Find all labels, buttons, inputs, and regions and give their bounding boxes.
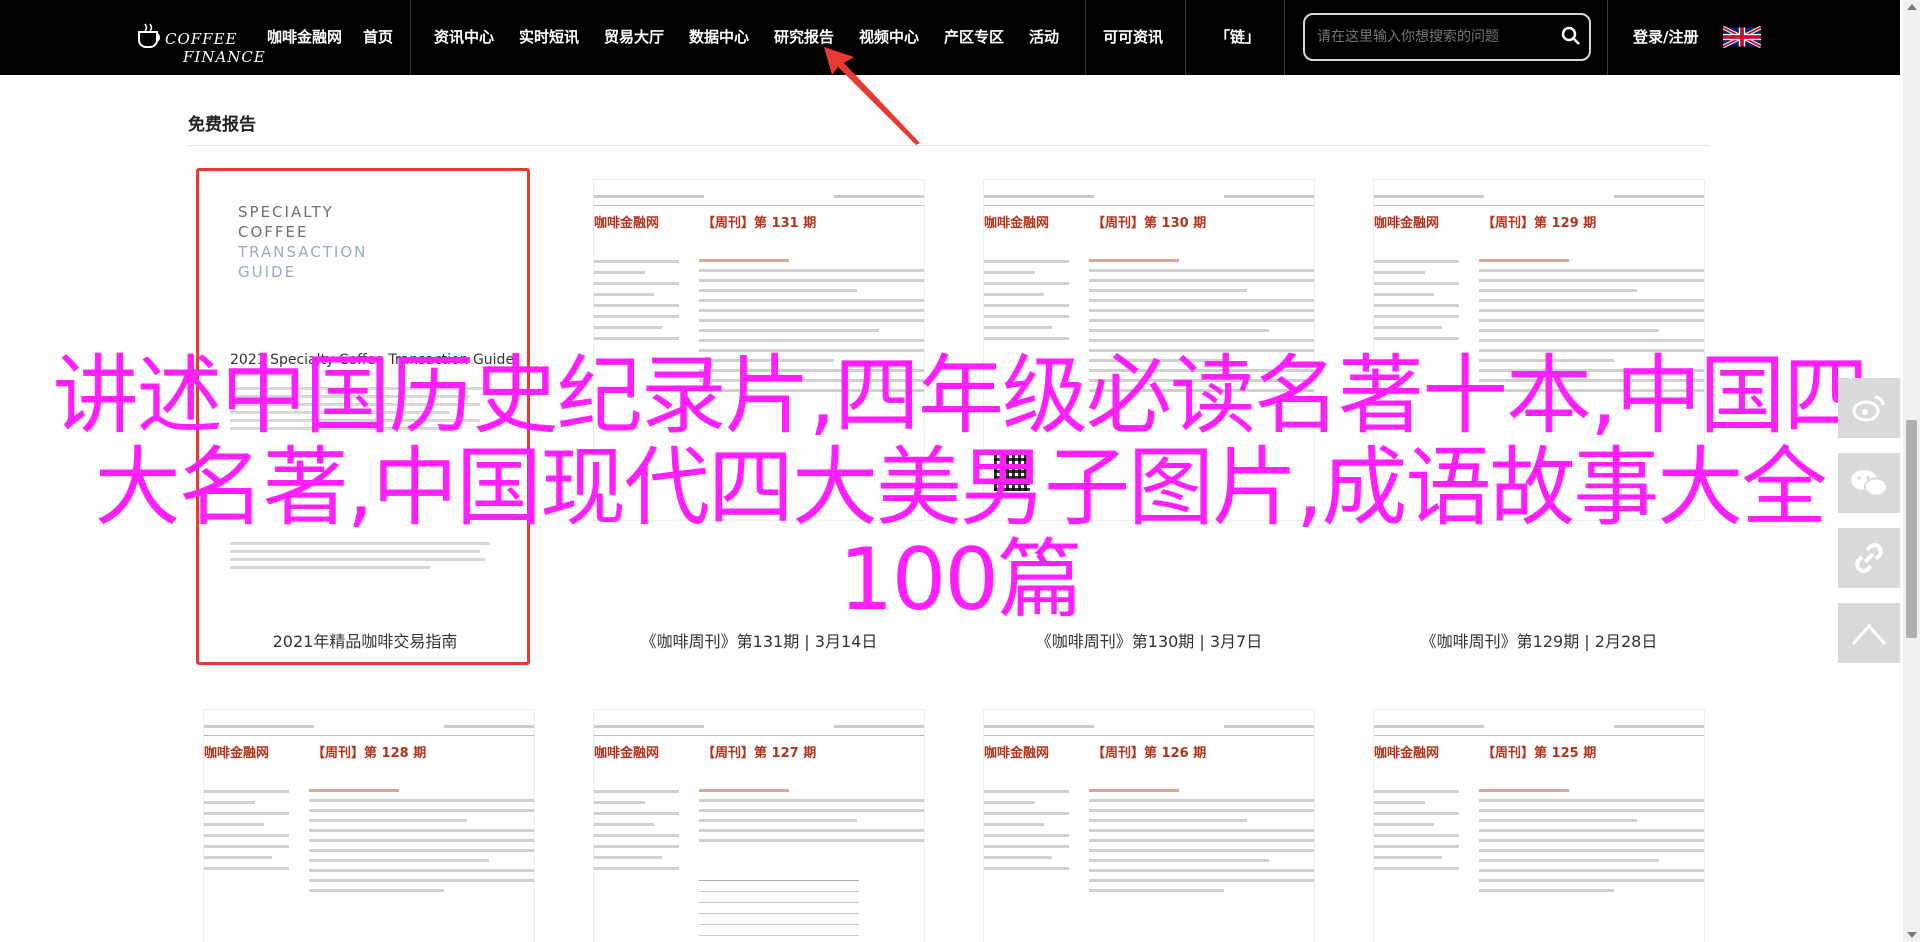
doc-issue-title: 【周刊】第 128 期: [312, 746, 427, 761]
doc-body: [1479, 782, 1704, 899]
nav-divider: [1284, 0, 1285, 75]
doc-brand: 咖啡金融网: [594, 216, 660, 231]
logo-text-finance: FINANCE: [183, 48, 266, 66]
doc-meta: [594, 782, 679, 878]
nav-flash-news[interactable]: 实时短讯: [519, 0, 579, 75]
section-title: 免费报告: [188, 115, 256, 135]
wechat-icon: [1851, 470, 1888, 497]
coffee-cup-icon: [138, 23, 161, 48]
doc-body: [699, 782, 924, 849]
login-register-link[interactable]: 登录/注册: [1633, 0, 1698, 75]
nav-cocoa-news[interactable]: 可可资讯: [1103, 0, 1163, 75]
doc-table: [699, 880, 859, 936]
search-icon[interactable]: [1555, 20, 1589, 54]
weibo-share-button[interactable]: [1838, 378, 1900, 438]
doc-meta: [984, 782, 1069, 878]
nav-origin-zone[interactable]: 产区专区: [944, 0, 1004, 75]
scroll-down-arrow-icon[interactable]: [1907, 932, 1917, 938]
doc-meta: [594, 252, 679, 348]
doc-body: [309, 782, 534, 899]
nav-divider: [410, 0, 411, 75]
wechat-share-button[interactable]: [1838, 453, 1900, 513]
page-scrollbar[interactable]: [1903, 0, 1920, 942]
red-arrow-annotation: [824, 47, 920, 145]
doc-meta: [204, 782, 289, 878]
report-card-128[interactable]: 咖啡金融网 【周刊】第 128 期: [204, 710, 534, 942]
uk-flag-icon[interactable]: [1723, 26, 1761, 48]
doc-header-line: [594, 725, 924, 736]
nav-trade-hall[interactable]: 贸易大厅: [604, 0, 664, 75]
nav-data-center[interactable]: 数据中心: [689, 0, 749, 75]
doc-brand: 咖啡金融网: [594, 746, 660, 761]
link-share-button[interactable]: [1838, 528, 1900, 588]
doc-brand: 咖啡金融网: [984, 216, 1050, 231]
doc-brand: 咖啡金融网: [1374, 216, 1440, 231]
doc-header-line: [594, 195, 924, 206]
nav-divider: [1085, 0, 1086, 75]
back-to-top-button[interactable]: [1838, 603, 1900, 663]
doc-meta: [984, 252, 1069, 348]
back-to-top-icon: [1851, 623, 1887, 645]
doc-header-line: [1374, 725, 1704, 736]
doc-header-line: [984, 725, 1314, 736]
report-caption[interactable]: 《咖啡周刊》第130期 | 3月7日: [984, 628, 1314, 652]
doc-body: [1089, 782, 1314, 899]
doc-issue-title: 【周刊】第 127 期: [702, 746, 817, 761]
doc-issue-title: 【周刊】第 131 期: [702, 216, 817, 231]
overlay-headline: 讲述中国历史纪录片,四年级必读名著十本,中国四大名著,中国现代四大美男子图片,成…: [52, 346, 1870, 630]
nav-news-center[interactable]: 资讯中心: [434, 0, 494, 75]
report-card-126[interactable]: 咖啡金融网 【周刊】第 126 期: [984, 710, 1314, 942]
scroll-up-arrow-icon[interactable]: [1907, 4, 1917, 10]
section-divider: [188, 145, 1710, 146]
nav-divider: [1607, 0, 1608, 75]
link-icon: [1855, 543, 1883, 573]
search-input[interactable]: [1305, 28, 1555, 46]
report-card-125[interactable]: 咖啡金融网 【周刊】第 125 期: [1374, 710, 1704, 942]
report-caption[interactable]: 2021年精品咖啡交易指南: [200, 628, 530, 652]
doc-issue-title: 【周刊】第 130 期: [1092, 216, 1207, 231]
scrollbar-thumb[interactable]: [1906, 420, 1917, 638]
doc-brand: 咖啡金融网: [984, 746, 1050, 761]
weibo-icon: [1852, 395, 1885, 422]
report-card-127[interactable]: 咖啡金融网 【周刊】第 127 期: [594, 710, 924, 942]
doc-issue-title: 【周刊】第 125 期: [1482, 746, 1597, 761]
report-caption[interactable]: 《咖啡周刊》第129期 | 2月28日: [1374, 628, 1704, 652]
nav-coffee-finance[interactable]: 咖啡金融网: [267, 0, 342, 75]
doc-brand: 咖啡金融网: [1374, 746, 1440, 761]
doc-brand: 咖啡金融网: [204, 746, 270, 761]
doc-header-line: [984, 195, 1314, 206]
report-caption[interactable]: 《咖啡周刊》第131期 | 3月14日: [594, 628, 924, 652]
doc-issue-title: 【周刊】第 129 期: [1482, 216, 1597, 231]
coffee-finance-logo[interactable]: COFFEE FINANCE: [135, 8, 265, 66]
nav-divider: [1185, 0, 1186, 75]
search-box: [1303, 13, 1591, 61]
nav-events[interactable]: 活动: [1029, 0, 1059, 75]
doc-meta: [1374, 782, 1459, 878]
doc-header-line: [1374, 195, 1704, 206]
nav-chain[interactable]: 「链」: [1215, 0, 1260, 75]
top-nav-bar: COFFEE FINANCE 咖啡金融网 首页 资讯中心 实时短讯 贸易大厅 数…: [0, 0, 1900, 75]
nav-home[interactable]: 首页: [363, 0, 393, 75]
doc-issue-title: 【周刊】第 126 期: [1092, 746, 1207, 761]
doc-header-line: [204, 725, 534, 736]
doc-meta: [1374, 252, 1459, 348]
logo-text-coffee: COFFEE: [165, 30, 238, 48]
